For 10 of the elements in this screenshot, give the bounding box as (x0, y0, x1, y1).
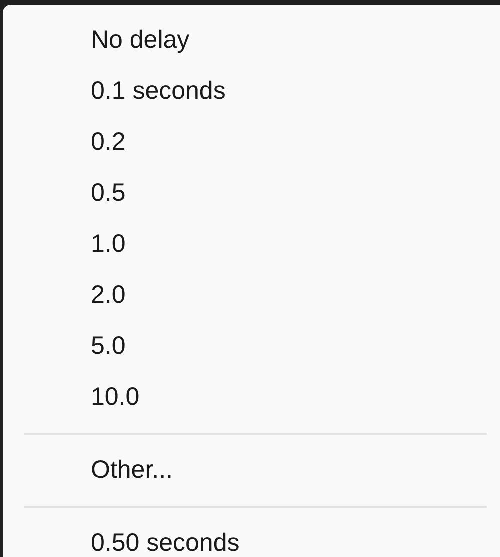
menu-item[interactable]: No delay (3, 15, 500, 66)
menu-item[interactable]: 0.50 seconds (3, 518, 500, 557)
menu-item[interactable]: 1.0 (3, 219, 500, 270)
menu-item[interactable]: 0.1 seconds (3, 66, 500, 117)
menu-item[interactable]: 10.0 (3, 372, 500, 423)
menu-item[interactable]: 5.0 (3, 321, 500, 372)
menu-item[interactable]: 0.5 (3, 168, 500, 219)
menu-item[interactable]: Other... (3, 445, 500, 496)
menu-item[interactable]: 0.2 (3, 117, 500, 168)
menu-item[interactable]: 2.0 (3, 270, 500, 321)
